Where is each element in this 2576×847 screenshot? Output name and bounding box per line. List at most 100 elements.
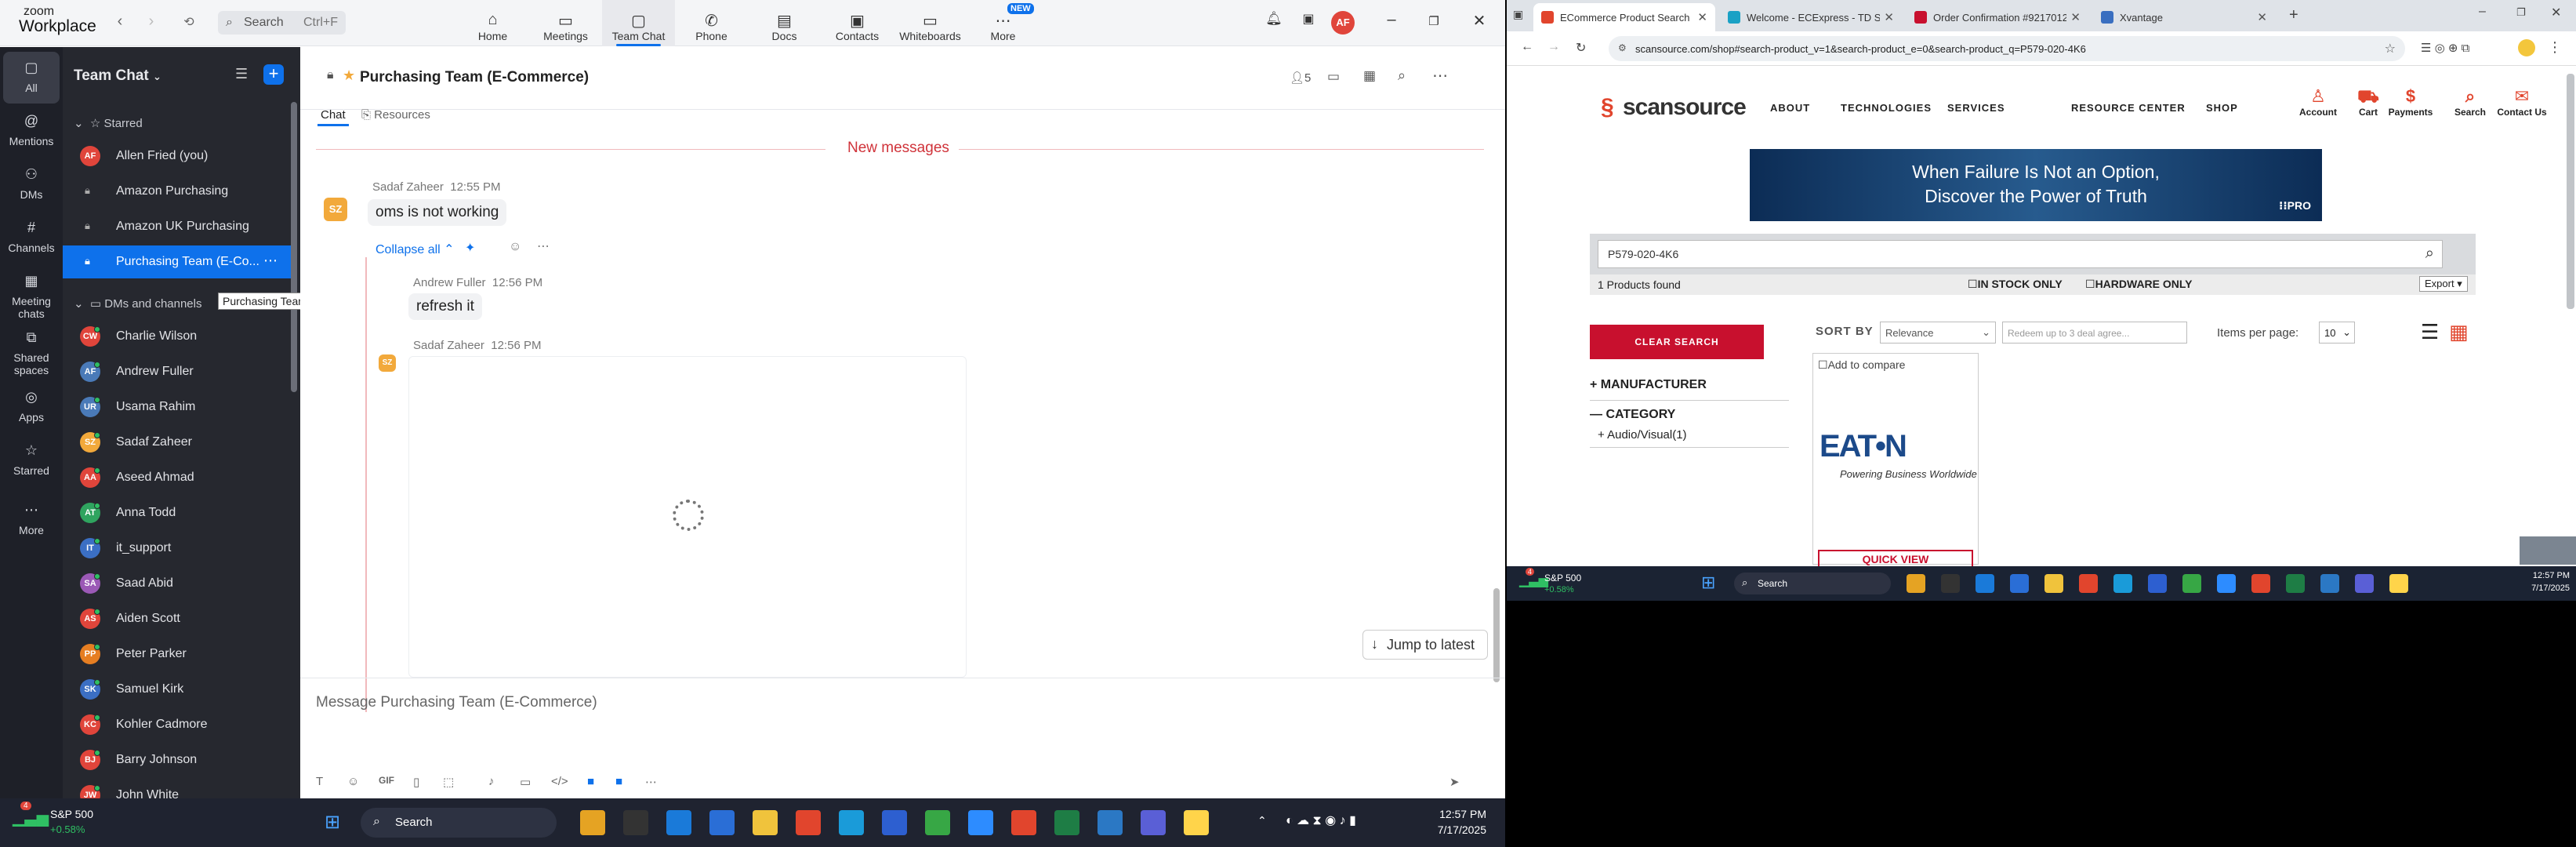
starred-section-header[interactable]: ⌄ ☆ Starred <box>74 116 143 130</box>
contact-item[interactable]: PP Peter Parker <box>63 638 292 671</box>
sender-name[interactable]: Sadaf Zaheer <box>372 180 444 194</box>
taskbar-app-icon[interactable] <box>1976 574 1994 593</box>
close-tab-icon[interactable]: ✕ <box>2070 10 2081 24</box>
star-icon[interactable]: ★ <box>343 67 355 84</box>
contact-item[interactable]: AF Andrew Fuller <box>63 355 292 388</box>
facet-audio-visual[interactable]: + Audio/Visual(1) <box>1598 428 1687 442</box>
tab-menu-icon[interactable]: ▣ <box>1513 8 1523 21</box>
taskbar-app-icon[interactable] <box>2044 574 2063 593</box>
back-arrow-icon[interactable]: ‹ <box>110 13 130 33</box>
taskbar-app-icon[interactable] <box>2286 574 2305 593</box>
close-tab-icon[interactable]: ✕ <box>1697 10 1707 24</box>
mic-icon[interactable]: ♪ <box>488 775 495 788</box>
contact-item[interactable]: AT Anna Todd <box>63 496 292 529</box>
message-bubble[interactable]: oms is not working <box>368 199 507 226</box>
site-nav-item[interactable]: SHOP <box>2206 102 2238 114</box>
ai-icon[interactable]: ✦ <box>465 240 475 256</box>
taskbar-app-icon[interactable] <box>2320 574 2339 593</box>
site-search-link[interactable]: ⌕ Search <box>2443 86 2498 118</box>
taskbar-app-icon[interactable] <box>882 810 907 835</box>
new-tab-button[interactable]: + <box>2289 6 2298 24</box>
emoji-icon[interactable]: ☺ <box>509 240 521 254</box>
tab-team-chat[interactable]: ▢ Team Chat <box>602 0 675 46</box>
starred-item[interactable]: 🔒︎ Amazon Purchasing <box>63 175 292 208</box>
send-icon[interactable]: ➤ <box>1449 775 1460 789</box>
stock-name[interactable]: S&P 500 <box>1544 573 1581 583</box>
video-message-icon[interactable]: ▭ <box>520 775 531 789</box>
restore-icon[interactable]: ❐ <box>2516 6 2526 19</box>
taskbar-app-icon[interactable] <box>623 810 648 835</box>
taskbar-app-icon[interactable] <box>580 810 605 835</box>
avatar[interactable]: SZ <box>324 198 347 221</box>
grid-view-icon[interactable]: ▦ <box>2449 320 2469 344</box>
deal-input[interactable]: Redeem up to 3 deal agree... <box>2002 322 2187 344</box>
list-view-icon[interactable]: ☰ <box>2421 320 2439 344</box>
avatar[interactable]: SZ <box>379 354 396 372</box>
taskbar-app-icon[interactable] <box>753 810 778 835</box>
site-info-icon[interactable]: ⚙ <box>1618 42 1627 53</box>
taskbar-app-icon[interactable] <box>1184 810 1209 835</box>
browser-tab[interactable]: Order Confirmation #921701234 ✕ <box>1907 3 2088 31</box>
eaton-logo[interactable]: EAT•N <box>1820 429 1907 464</box>
forward-arrow-icon[interactable]: › <box>141 13 161 33</box>
taskbar-app-icon[interactable] <box>968 810 993 835</box>
taskbar-search[interactable]: ⌕ Search <box>1734 573 1891 594</box>
clock-time[interactable]: 12:57 PM <box>2507 571 2570 580</box>
back-icon[interactable]: ← <box>1521 40 1533 54</box>
composer-input[interactable]: Message Purchasing Team (E-Commerce) <box>316 694 597 711</box>
compare-checkbox[interactable]: ☐Add to compare <box>1818 358 1905 372</box>
filter-icon[interactable]: ☰ <box>235 66 248 82</box>
browser-tab[interactable]: ECommerce Product Search ✕ <box>1533 3 1715 31</box>
close-tab-icon[interactable]: ✕ <box>2257 10 2267 24</box>
facet-manufacturer[interactable]: + MANUFACTURER <box>1590 378 1707 392</box>
history-icon[interactable]: ⟲ <box>179 14 199 35</box>
site-nav-item[interactable]: TECHNOLOGIES <box>1841 102 1932 114</box>
minimize-icon[interactable]: – <box>2479 5 2486 19</box>
forward-icon[interactable]: → <box>1547 40 1560 54</box>
rail-more[interactable]: ⋯ More <box>3 494 60 546</box>
taskbar-app-icon[interactable] <box>1054 810 1079 835</box>
clear-search-button[interactable]: CLEAR SEARCH <box>1590 325 1764 359</box>
more-icon[interactable]: ⋯ <box>1432 66 1448 85</box>
taskbar-app-icon[interactable] <box>2217 574 2236 593</box>
contact-item[interactable]: AA Aseed Ahmad <box>63 461 292 494</box>
site-dollar-link[interactable]: $ Payments <box>2383 86 2438 118</box>
site-nav-item[interactable]: RESOURCE CENTER <box>2071 102 2186 114</box>
taskbar-app-icon[interactable] <box>2355 574 2374 593</box>
contact-item[interactable]: CW Charlie Wilson <box>63 320 292 353</box>
contact-item[interactable]: UR Usama Rahim <box>63 391 292 424</box>
close-tab-icon[interactable]: ✕ <box>1884 10 1894 24</box>
site-account-link[interactable]: ♙ Account <box>2291 86 2346 118</box>
restore-icon[interactable]: ❐ <box>1422 14 1446 38</box>
clock-date[interactable]: 7/17/2025 <box>2507 583 2570 593</box>
windows-start-icon[interactable]: ⊞ <box>1701 573 1715 593</box>
page-scrollbar[interactable] <box>2567 74 2574 309</box>
facet-category[interactable]: — CATEGORY <box>1590 408 1675 422</box>
promo-banner[interactable]: When Failure Is Not an Option, Discover … <box>1750 149 2322 221</box>
team-chat-title[interactable]: Team Chat ⌄ <box>74 67 161 85</box>
tab-resources[interactable]: ⎘ Resources <box>361 108 430 122</box>
taskbar-app-icon[interactable] <box>1141 810 1166 835</box>
contact-item[interactable]: SK Samuel Kirk <box>63 673 292 706</box>
items-per-page-select[interactable]: 10 ⌄ <box>2319 322 2355 344</box>
tab-phone[interactable]: ✆ Phone <box>675 0 748 46</box>
code-icon[interactable]: </> <box>551 775 568 788</box>
taskbar-app-icon[interactable] <box>2010 574 2029 593</box>
bell-icon[interactable]: 🔔︎ <box>1262 11 1286 35</box>
taskbar-app-icon[interactable] <box>796 810 821 835</box>
reload-icon[interactable]: ↻ <box>1576 40 1586 56</box>
members-button[interactable]: 👤︎5 <box>1290 71 1311 85</box>
dms-section-header[interactable]: ⌄ ▭ DMs and channels <box>74 296 201 311</box>
product-search-input[interactable]: P579-020-4K6 ⌕ <box>1598 240 2443 268</box>
rail-dms[interactable]: ⚇ DMs <box>3 158 60 210</box>
tab-contacts[interactable]: ▣ Contacts <box>821 0 894 46</box>
more-icon[interactable]: ⋯ <box>645 775 657 789</box>
windows-start-icon[interactable]: ⊞ <box>325 811 340 834</box>
message-bubble[interactable]: refresh it <box>408 293 482 320</box>
taskbar-app-icon[interactable] <box>1011 810 1036 835</box>
bookmark-star-icon[interactable]: ☆ <box>2385 41 2396 56</box>
more-icon[interactable]: ⋯ <box>263 253 278 269</box>
tab-meetings[interactable]: ▭ Meetings <box>529 0 602 46</box>
stock-name[interactable]: S&P 500 <box>50 808 93 820</box>
sort-select[interactable]: Relevance ⌄ <box>1880 322 1996 344</box>
